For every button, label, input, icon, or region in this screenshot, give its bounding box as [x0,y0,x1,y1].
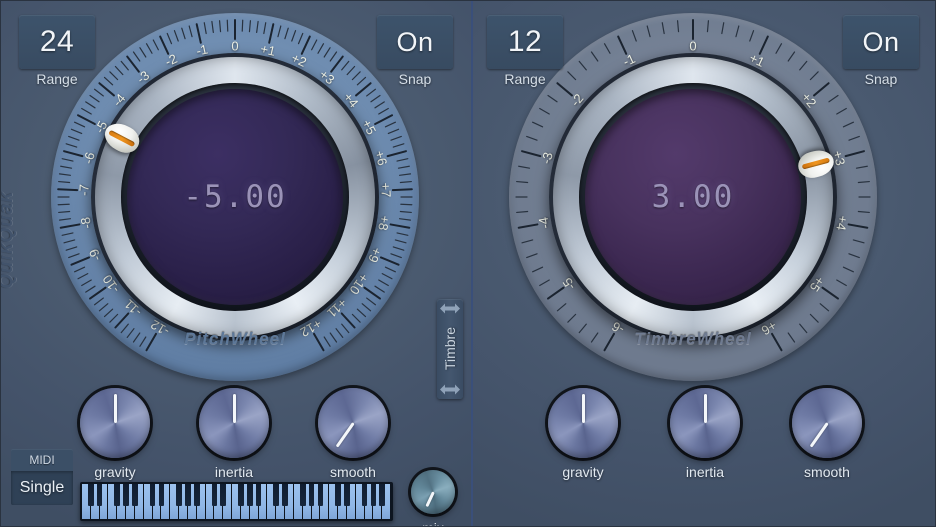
midi-keyboard[interactable] [80,482,393,521]
timbre-range-label: Range [504,71,546,87]
pitch-range-value: 24 [39,25,75,58]
timbre-panel: -6 -5 -4 -3 -2 -1 0 +1 +2 +3 +4 +5 +6 TimbreWheel 3.00… [471,1,935,526]
timbre-gravity-indicator [581,394,585,423]
keyboard-black-key[interactable] [361,484,368,506]
mix-indicator [424,491,435,508]
midi-selector-value[interactable]: Single [11,471,73,505]
keyboard-black-key[interactable] [273,484,280,506]
pitch-inertia-indicator [232,394,236,423]
timbre-inertia-knob[interactable] [670,388,740,458]
pitch-snap-value: On [396,26,434,57]
keyboard-black-key[interactable] [317,484,324,506]
keyboard-black-key[interactable] [308,484,315,506]
keyboard-black-key[interactable] [370,484,377,506]
keyboard-black-key[interactable] [185,484,191,506]
timbre-snap-label: Snap [864,71,898,87]
scale-tick-label: +7 [378,182,394,199]
keyboard-black-key[interactable] [176,484,182,506]
timbre-gravity-label: gravity [562,464,604,480]
keyboard-black-key[interactable] [96,484,103,506]
pitch-smooth-label: smooth [330,464,376,480]
plugin-window: -12 -11 -10 -9 -8 -7 -6 -5 -4 -3 -2 -1 0 +1 +2 +3 +4 +5 +6… [0,0,936,527]
keyboard-black-key[interactable] [132,484,138,506]
scale-tick-label: 0 [689,38,697,54]
keyboard-black-key[interactable] [299,484,306,506]
wheel-value-readout: 3.00 [651,179,735,215]
keyboard-black-key[interactable] [246,484,253,506]
timbre-inertia-label: inertia [685,464,725,480]
midi-selector-caption: MIDI [11,449,73,471]
keyboard-black-key[interactable] [344,484,350,506]
keyboard-black-key[interactable] [379,484,385,506]
wheel-name-label: TimbreWheel [634,329,752,348]
keyboard-black-key[interactable] [211,484,218,506]
timbre-smooth-label: smooth [804,464,850,480]
keyboard-black-key[interactable] [238,484,244,506]
keyboard-black-key[interactable] [158,484,165,506]
panel-divider [471,1,473,526]
pitch-snap-label: Snap [398,71,432,87]
timbre-inertia-indicator [703,394,707,423]
pitch-snap-button[interactable]: On [377,15,453,69]
wheel-value-readout: -5.00 [183,179,287,215]
pitch-smooth-indicator [335,422,355,448]
keyboard-black-key[interactable] [335,484,341,506]
pitch-range-button[interactable]: 24 [19,15,95,69]
timbre-snap-value: On [862,26,900,57]
keyboard-black-key[interactable] [193,484,200,506]
timbre-gravity-knob[interactable] [548,388,618,458]
mix-label: mix [388,520,478,526]
wheel-name-label: PitchWheel [184,329,286,348]
keyboard-black-key[interactable] [282,484,288,506]
timbre-smooth-knob[interactable] [792,388,862,458]
pitch-range-label: Range [36,71,78,87]
mix-knob[interactable] [411,470,455,514]
timbre-splitter-label: Timbre [442,327,458,371]
wheel-knob-face[interactable]: -5.00 [127,89,343,305]
scale-tick-label: +8 [375,214,393,232]
keyboard-black-key[interactable] [220,484,227,506]
midi-mode-selector[interactable]: MIDI Single [11,449,73,505]
pitch-gravity-label: gravity [94,464,136,480]
pitch-inertia-knob[interactable] [199,388,269,458]
keyboard-black-key[interactable] [88,484,94,506]
brand-logo: QuikQuak [0,191,17,289]
timbre-range-button[interactable]: 12 [487,15,563,69]
arrows-horizontal-icon [440,303,460,314]
scale-tick-label: -7 [76,184,92,197]
scale-tick-label: +4 [833,214,851,232]
keyboard-black-key[interactable] [114,484,121,506]
scale-tick-label: 0 [231,38,239,54]
pitch-inertia-label: inertia [214,464,254,480]
pitch-gravity-knob[interactable] [80,388,150,458]
timbre-smooth-indicator [809,422,829,448]
arrows-horizontal-icon [440,384,460,395]
pitch-gravity-indicator [113,394,117,423]
keyboard-black-key[interactable] [123,484,129,506]
timbre-range-value: 12 [507,25,543,58]
keyboard-black-key[interactable] [255,484,262,506]
timbre-snap-button[interactable]: On [843,15,919,69]
timbre-splitter-handle[interactable]: Timbre [437,299,463,399]
wheel-knob-face[interactable]: 3.00 [585,89,801,305]
pitch-smooth-knob[interactable] [318,388,388,458]
keyboard-black-key[interactable] [149,484,156,506]
